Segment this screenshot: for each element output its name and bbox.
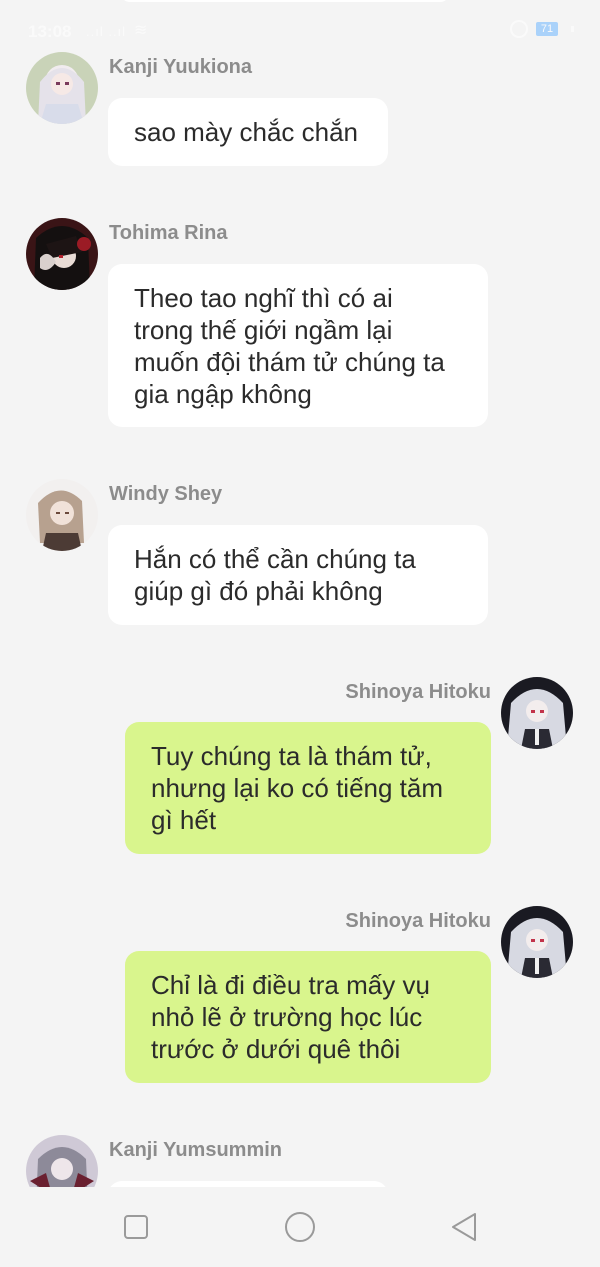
message-line: muốn đội thám tử chúng ta <box>134 347 445 377</box>
navigation-bar <box>0 1187 600 1267</box>
status-time: 13:08 <box>28 22 72 41</box>
avatar[interactable] <box>26 479 98 551</box>
sender-name: Windy Shey <box>109 483 223 505</box>
sender-name: Kanji Yumsummin <box>109 1139 283 1161</box>
square-icon <box>124 1215 148 1239</box>
message-line: gia ngập không <box>134 379 312 409</box>
message-line: sao mày chắc chắn <box>134 117 359 147</box>
message-line: Hắn có thể cần chúng ta <box>134 544 416 574</box>
message-line: Chỉ là đi điều tra mấy vụ <box>151 970 430 1000</box>
message-line: gì hết <box>151 805 217 835</box>
sender-name: Shinoya Hitoku <box>345 681 491 703</box>
avatar[interactable] <box>26 1135 98 1187</box>
message-line: Theo tao nghĩ thì có ai <box>134 283 393 313</box>
message-line: trước ở dưới quê thôi <box>151 1034 401 1064</box>
battery-tip <box>571 26 574 32</box>
recent-apps-button[interactable] <box>120 1211 152 1243</box>
message-line: nhưng lại ko có tiếng tăm <box>151 773 444 803</box>
message-line: nhỏ lẽ ở trường học lúc <box>151 1002 423 1032</box>
wifi-icon: ≋ <box>134 22 148 39</box>
chat-screen: Kanji Yuukiona sao mày chắc chắn Tohima … <box>0 0 600 1267</box>
avatar[interactable] <box>26 218 98 290</box>
message-list[interactable]: Kanji Yuukiona sao mày chắc chắn Tohima … <box>0 0 600 1187</box>
message-line: giúp gì đó phải không <box>134 576 383 606</box>
avatar[interactable] <box>501 677 573 749</box>
alarm-icon <box>510 20 528 38</box>
battery-icon: 71 <box>536 22 558 36</box>
message-bubble[interactable]: Chỉ là đi điều tra mấy vụ nhỏ lẽ ở trườn… <box>125 951 491 1083</box>
back-triangle-icon <box>452 1213 476 1241</box>
sender-name: Tohima Rina <box>109 222 228 244</box>
back-button[interactable] <box>448 1211 480 1243</box>
home-button[interactable] <box>284 1211 316 1243</box>
circle-icon <box>285 1212 315 1242</box>
avatar[interactable] <box>26 52 98 124</box>
message-bubble[interactable]: Hắn có thể cần chúng ta giúp gì đó phải … <box>108 525 488 625</box>
message-line: trong thế giới ngầm lại <box>134 315 393 345</box>
message-line: Tuy chúng ta là thám tử, <box>151 741 432 771</box>
avatar[interactable] <box>501 906 573 978</box>
status-bar: 13:08 ..ıl ..ıl ≋ 71 <box>0 0 600 60</box>
message-bubble[interactable]: Tuy chúng ta là thám tử, nhưng lại ko có… <box>125 722 491 854</box>
signal-icon: ..ıl ..ıl <box>86 24 127 39</box>
sender-name: Shinoya Hitoku <box>345 910 491 932</box>
message-bubble[interactable]: Theo tao nghĩ thì có ai trong thế giới n… <box>108 264 488 427</box>
message-bubble[interactable]: sao mày chắc chắn <box>108 98 388 166</box>
